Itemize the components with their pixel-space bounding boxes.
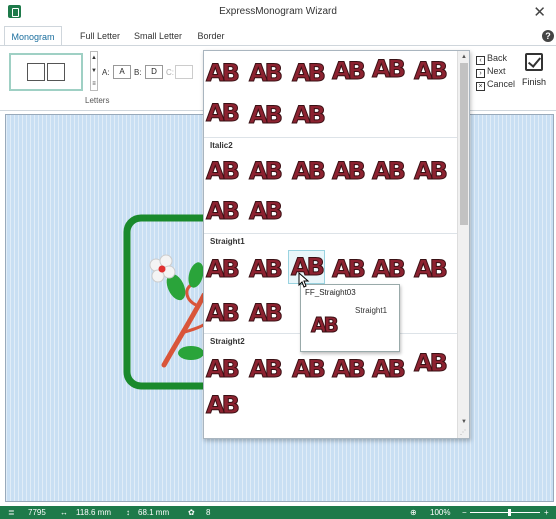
zoom-slider-thumb[interactable] xyxy=(508,509,511,516)
back-button[interactable]: ‹ Back xyxy=(476,52,508,65)
style-thumbnail[interactable]: AB xyxy=(206,101,241,126)
style-thumbnail[interactable]: AB xyxy=(206,357,241,382)
title-bar: ExpressMonogram Wizard ✕ xyxy=(0,0,556,24)
letter-c-label: C: xyxy=(166,68,174,77)
design-height: 68.1 mm xyxy=(138,508,170,517)
style-thumbnail[interactable]: AB xyxy=(414,59,449,84)
letter-b-field[interactable]: D xyxy=(145,65,163,79)
style-thumbnail[interactable]: AB xyxy=(206,301,241,326)
cancel-icon: × xyxy=(476,82,485,91)
section-header-straight1: Straight1 xyxy=(204,233,457,249)
style-thumbnail[interactable]: AB xyxy=(292,61,327,86)
spin-down-icon[interactable]: ▼ xyxy=(91,65,97,78)
next-label: Next xyxy=(487,66,506,76)
scroll-up-icon[interactable]: ▲ xyxy=(459,52,469,62)
style-thumbnail[interactable]: AB xyxy=(206,257,241,282)
width-icon: ↔ xyxy=(60,508,68,517)
style-thumbnail[interactable]: AB xyxy=(249,257,284,282)
layout-square-right xyxy=(47,63,65,81)
status-bar: ≣ 7795 ↔ 118.6 mm ↕ 68.1 mm ✿ 8 ⊕ 100% −… xyxy=(0,506,556,519)
tooltip-preview: AB xyxy=(311,313,340,337)
tooltip-style-group: Straight1 xyxy=(355,306,388,315)
style-thumbnail[interactable]: AB xyxy=(332,357,367,382)
help-icon[interactable]: ? xyxy=(542,30,554,42)
next-button[interactable]: › Next xyxy=(476,65,506,78)
style-thumbnail[interactable]: AB xyxy=(206,159,241,184)
style-thumbnail[interactable]: AB xyxy=(372,357,407,382)
zoom-slider-track[interactable] xyxy=(470,512,540,513)
style-thumbnail[interactable]: AB xyxy=(372,159,407,184)
style-tooltip: FF_Straight03 AB Straight1 xyxy=(300,284,400,352)
tooltip-style-name: FF_Straight03 xyxy=(305,288,356,297)
tab-small-letter[interactable]: Small Letter xyxy=(132,26,184,46)
stitches-icon: ≣ xyxy=(8,508,15,517)
scroll-down-icon[interactable]: ▼ xyxy=(459,417,469,427)
spin-more-icon[interactable]: ≡ xyxy=(91,78,97,91)
style-thumbnail[interactable]: AB xyxy=(206,393,241,418)
flower xyxy=(149,254,176,283)
branch-small xyxy=(185,283,197,307)
zoom-out-button[interactable]: − xyxy=(462,506,467,519)
layout-square-left xyxy=(27,63,45,81)
finish-label: Finish xyxy=(521,77,546,87)
style-thumbnail[interactable]: AB xyxy=(206,61,241,86)
spin-up-icon[interactable]: ▲ xyxy=(91,52,97,65)
zoom-fit-icon[interactable]: ⊕ xyxy=(410,506,417,519)
section-header-italic2: Italic2 xyxy=(204,137,457,153)
tab-monogram[interactable]: Monogram xyxy=(4,26,62,46)
style-thumbnail[interactable]: AB xyxy=(249,159,284,184)
back-icon: ‹ xyxy=(476,56,485,65)
next-icon: › xyxy=(476,69,485,78)
style-thumbnail[interactable]: AB xyxy=(206,199,241,224)
tab-full-letter[interactable]: Full Letter xyxy=(74,26,126,46)
mouse-cursor-icon xyxy=(298,272,310,288)
gallery-scrollbar[interactable]: ▲ ▼ xyxy=(457,51,469,438)
window-title: ExpressMonogram Wizard xyxy=(219,6,337,17)
finish-button[interactable]: Finish xyxy=(518,53,550,97)
style-thumbnail[interactable]: AB xyxy=(332,257,367,282)
tab-bar: Monogram Full Letter Small Letter Border xyxy=(0,26,556,46)
letter-a-label: A: xyxy=(102,68,110,77)
style-thumbnail[interactable]: AB xyxy=(249,103,284,128)
palette-icon: ✿ xyxy=(188,508,195,517)
letter-b-label: B: xyxy=(134,68,142,77)
style-thumbnail[interactable]: AB xyxy=(332,59,367,84)
height-icon: ↕ xyxy=(126,508,130,517)
layout-selector[interactable] xyxy=(9,53,83,91)
style-thumbnail[interactable]: AB xyxy=(249,199,284,224)
style-thumbnail[interactable]: AB xyxy=(292,357,327,382)
style-thumbnail[interactable]: AB xyxy=(292,103,327,128)
style-thumbnail[interactable]: AB xyxy=(414,257,449,282)
style-thumbnail[interactable]: AB xyxy=(414,351,449,376)
tab-border[interactable]: Border xyxy=(192,26,230,46)
leaf-bottom xyxy=(178,346,204,360)
scroll-thumb[interactable] xyxy=(460,63,468,225)
style-gallery-dropdown[interactable]: AB AB AB AB AB AB AB AB AB Italic2 AB AB… xyxy=(203,50,470,439)
resize-grip-icon[interactable]: ⋰ xyxy=(460,429,468,437)
close-icon[interactable]: ✕ xyxy=(533,3,546,21)
design-width: 118.6 mm xyxy=(76,508,111,517)
style-thumbnail[interactable]: AB xyxy=(292,159,327,184)
style-thumbnail[interactable]: AB xyxy=(372,257,407,282)
cancel-label: Cancel xyxy=(487,79,516,89)
color-count: 8 xyxy=(206,508,211,517)
style-thumbnail[interactable]: AB xyxy=(249,301,284,326)
layout-spinner[interactable]: ▲ ▼ ≡ xyxy=(90,51,98,91)
zoom-in-button[interactable]: + xyxy=(544,506,549,519)
letters-caption: Letters xyxy=(85,96,110,105)
style-thumbnail[interactable]: AB xyxy=(249,357,284,382)
style-thumbnail[interactable]: AB xyxy=(249,61,284,86)
checkmark-icon xyxy=(525,53,543,71)
letter-c-field[interactable] xyxy=(175,65,193,79)
style-thumbnail[interactable]: AB xyxy=(372,57,407,82)
style-thumbnail[interactable]: AB xyxy=(332,159,367,184)
letter-a-field[interactable]: A xyxy=(113,65,131,79)
zoom-level: 100% xyxy=(430,508,451,517)
style-thumbnail[interactable]: AB xyxy=(414,159,449,184)
back-label: Back xyxy=(487,53,508,63)
stitch-count: 7795 xyxy=(28,508,46,517)
cancel-button[interactable]: × Cancel xyxy=(476,78,516,91)
